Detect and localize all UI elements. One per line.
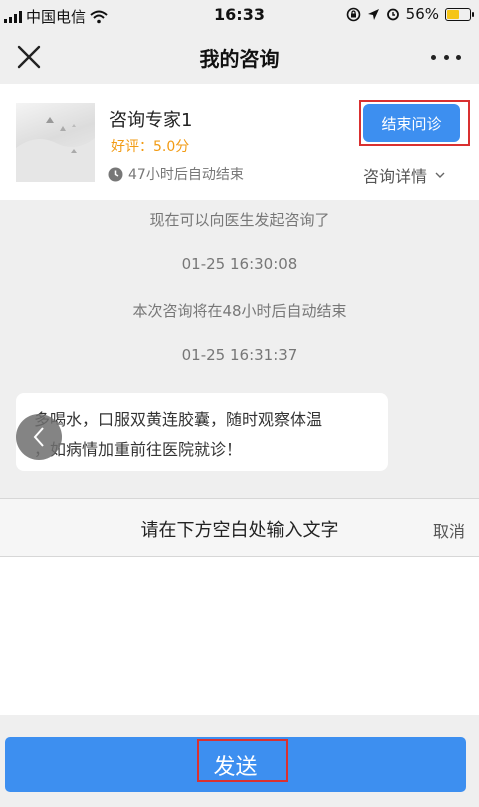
end-consultation-button[interactable]: 结束问诊 [363, 104, 460, 142]
doctor-message-bubble: 多喝水，口服双黄连胶囊，随时观察体温 ，如病情加重前往医院就诊！ [16, 393, 388, 471]
status-bar: 中国电信 16:33 56% [0, 0, 479, 30]
system-timestamp: 01-25 16:30:08 [181, 255, 298, 273]
chevron-down-icon [435, 172, 445, 178]
navbar: 我的咨询 [0, 30, 479, 84]
input-prompt: 请在下方空白处输入文字 [140, 520, 339, 541]
back-button[interactable] [16, 414, 62, 460]
page-title: 我的咨询 [199, 47, 280, 71]
chat-area: 现在可以向医生发起咨询了 01-25 16:30:08 本次咨询将在48小时后自… [0, 200, 479, 498]
clock-icon [108, 167, 123, 181]
system-message: 本次咨询将在48小时后自动结束 [132, 302, 347, 320]
battery-level [447, 9, 460, 19]
system-message: 现在可以向医生发起咨询了 [149, 211, 330, 229]
chevron-left-icon [33, 427, 44, 447]
avatar-landscape-image [16, 117, 95, 182]
alarm-icon [386, 8, 399, 21]
input-header: 请在下方空白处输入文字 取消 [0, 498, 479, 557]
system-timestamp: 01-25 16:31:37 [181, 346, 298, 364]
auto-end-notice: 47小时后自动结束 [108, 164, 244, 184]
bottom-bar: 发送 [0, 715, 479, 807]
battery-icon [445, 7, 474, 21]
doctor-name: 咨询专家1 [109, 110, 193, 131]
doctor-message-line: ，如病情加重前往医院就诊！ [34, 440, 243, 459]
battery-percent: 56% [405, 5, 439, 23]
more-icon[interactable] [431, 42, 461, 72]
doctor-avatar [16, 103, 95, 182]
status-bar-right: 56% [346, 5, 474, 23]
auto-end-text: 47小时后自动结束 [128, 167, 244, 183]
message-input[interactable] [0, 557, 479, 715]
location-icon [367, 8, 379, 20]
doctor-rating: 好评：5.0分 [111, 139, 190, 155]
details-label: 咨询详情 [363, 167, 428, 186]
consultation-details-toggle[interactable]: 咨询详情 [363, 163, 445, 187]
send-button[interactable]: 发送 [5, 737, 466, 792]
doctor-card: 咨询专家1 好评：5.0分 47小时后自动结束 结束问诊 咨询详情 [0, 84, 479, 200]
cancel-button[interactable]: 取消 [433, 518, 465, 542]
screen-lock-icon [346, 7, 360, 21]
doctor-message-line: 多喝水，口服双黄连胶囊，随时观察体温 [34, 410, 323, 429]
